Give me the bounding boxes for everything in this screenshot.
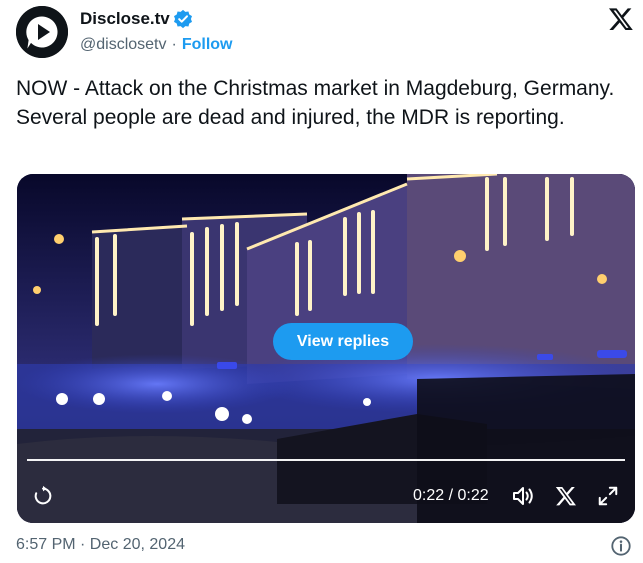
display-name[interactable]: Disclose.tv [80,9,170,29]
video-player[interactable]: View replies 0:22 / 0:22 [17,174,635,523]
volume-icon[interactable] [511,485,535,507]
video-controls: 0:22 / 0:22 [17,474,635,520]
view-replies-button[interactable]: View replies [273,323,413,360]
play-icon [16,6,68,58]
x-logo-icon[interactable] [608,6,634,32]
close-icon[interactable] [555,485,577,507]
avatar[interactable] [16,6,68,58]
verified-badge-icon [173,9,192,29]
fullscreen-icon[interactable] [597,485,619,507]
tweet-footer: 6:57 PM · Dec 20, 2024 [16,535,636,557]
replay-icon[interactable] [32,485,54,507]
account-identity: Disclose.tv @disclosetv · Follow [80,7,232,57]
tweet-header: Disclose.tv @disclosetv · Follow [16,6,636,58]
progress-bar[interactable] [27,459,625,461]
follow-button[interactable]: Follow [182,36,233,54]
handle[interactable]: @disclosetv [80,36,167,54]
info-icon[interactable] [610,535,632,557]
tweet-text: NOW - Attack on the Christmas market in … [16,77,615,129]
separator-dot: · [171,36,177,53]
timestamp[interactable]: 6:57 PM · Dec 20, 2024 [16,536,185,554]
video-time: 0:22 / 0:22 [413,487,489,504]
